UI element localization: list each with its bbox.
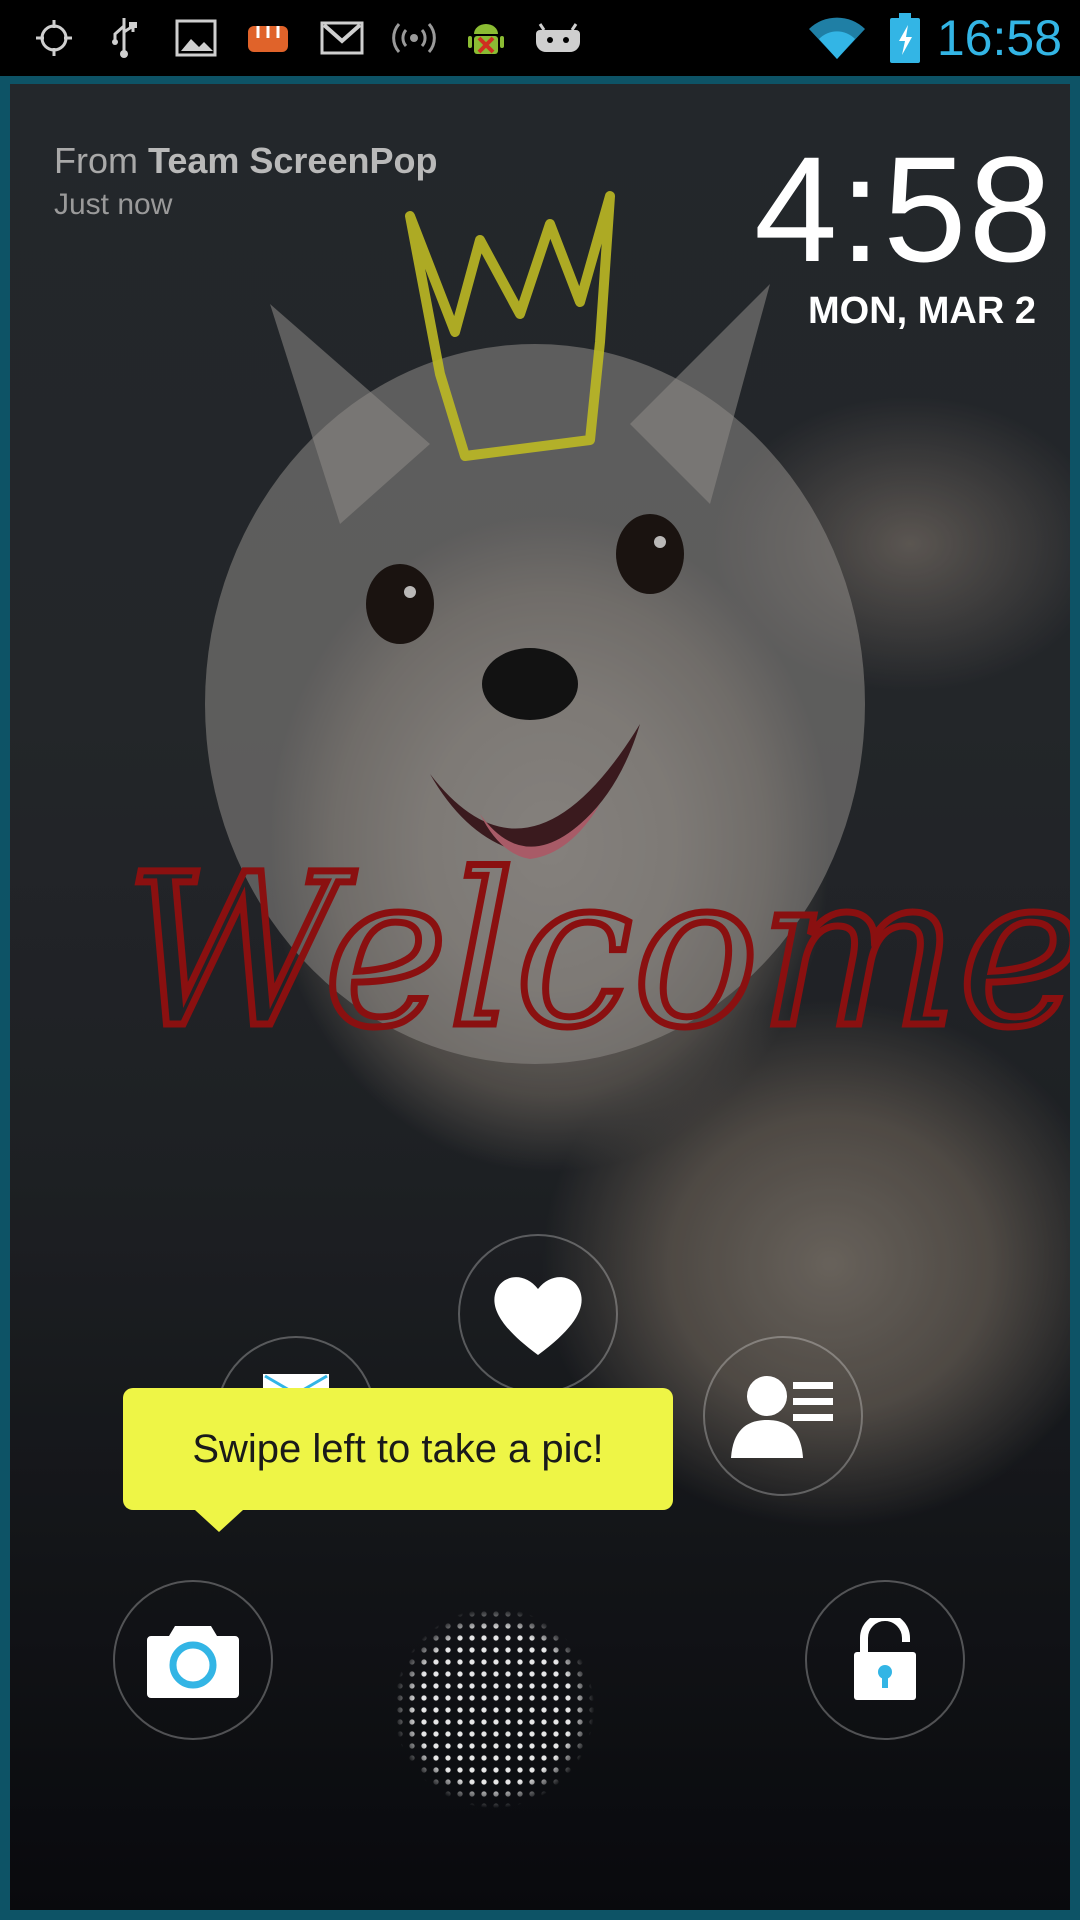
image-icon bbox=[172, 14, 220, 62]
heart-target[interactable] bbox=[458, 1234, 618, 1394]
notification-time: Just now bbox=[54, 188, 173, 221]
contacts-icon bbox=[731, 1376, 833, 1458]
fist-icon bbox=[242, 14, 294, 62]
gmail-icon bbox=[318, 14, 366, 62]
usb-icon bbox=[102, 14, 146, 62]
heart-icon bbox=[494, 1277, 582, 1355]
welcome-doodle-text: Welcome! bbox=[125, 829, 1070, 1074]
contacts-target[interactable] bbox=[703, 1336, 863, 1496]
status-bar: 16:58 bbox=[0, 0, 1080, 76]
padlock-open-icon bbox=[854, 1618, 916, 1700]
tooltip-pointer bbox=[195, 1510, 243, 1532]
battery-charging-icon bbox=[886, 13, 924, 63]
lockscreen-area: Welcome! From Team ScreenPop Just now 4:… bbox=[0, 76, 1080, 1920]
unlock-handle[interactable] bbox=[394, 1608, 594, 1808]
status-clock: 16:58 bbox=[936, 10, 1062, 66]
unlock-target[interactable] bbox=[805, 1580, 965, 1740]
notification-sender[interactable]: From Team ScreenPop bbox=[54, 140, 437, 182]
swipe-hint-tooltip: Swipe left to take a pic! bbox=[123, 1388, 673, 1510]
android-debug-icon bbox=[462, 14, 510, 62]
camera-icon bbox=[147, 1626, 239, 1698]
camera-target[interactable] bbox=[113, 1580, 273, 1740]
lockscreen-date: MON, MAR 2 bbox=[808, 290, 1036, 332]
game-controller-icon bbox=[532, 14, 584, 62]
broadcast-icon bbox=[388, 14, 440, 62]
crosshair-icon bbox=[28, 14, 80, 62]
lockscreen-clock: 4:58 bbox=[754, 125, 1054, 293]
lock-screen: 16:58 Welcome! From Team ScreenPop Just … bbox=[0, 0, 1080, 1920]
wifi-icon bbox=[806, 14, 868, 62]
